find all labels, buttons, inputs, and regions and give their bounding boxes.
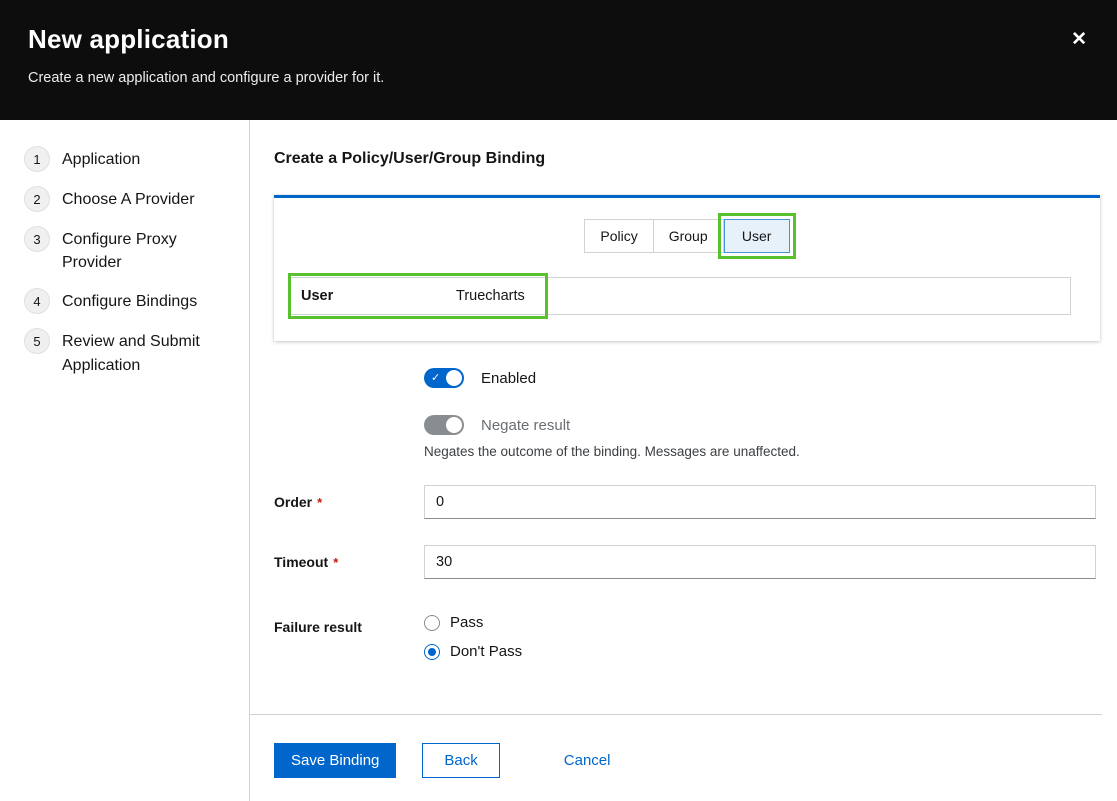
- main-panel: Create a Policy/User/Group Binding Polic…: [250, 120, 1117, 801]
- radio-circle-selected-icon[interactable]: [424, 644, 440, 660]
- negate-result-toggle[interactable]: [424, 415, 464, 435]
- tab-policy[interactable]: Policy: [584, 219, 653, 253]
- required-asterisk: *: [317, 495, 322, 510]
- back-button[interactable]: Back: [422, 743, 499, 778]
- step-label: Review and Submit Application: [62, 328, 235, 376]
- step-number: 5: [24, 328, 50, 354]
- sidebar-item-review-submit[interactable]: 5 Review and Submit Application: [24, 328, 235, 376]
- step-label: Configure Bindings: [62, 288, 197, 313]
- enabled-toggle[interactable]: ✓: [424, 368, 464, 388]
- negate-result-help: Negates the outcome of the binding. Mess…: [424, 444, 1102, 459]
- page-title: New application: [28, 24, 1089, 55]
- save-binding-button[interactable]: Save Binding: [274, 743, 396, 778]
- modal-header: New application Create a new application…: [0, 0, 1117, 120]
- step-number: 1: [24, 146, 50, 172]
- radio-dont-pass-label: Don't Pass: [450, 643, 522, 660]
- enabled-label: Enabled: [481, 370, 536, 387]
- order-label: Order*: [274, 485, 424, 519]
- enabled-row: ✓ Enabled: [424, 368, 1102, 388]
- check-icon: ✓: [431, 370, 440, 386]
- tab-user[interactable]: User: [724, 219, 790, 253]
- footer-actions: Save Binding Back Cancel: [274, 715, 1102, 778]
- user-row-value: Truecharts: [456, 288, 525, 304]
- sidebar-item-choose-provider[interactable]: 2 Choose A Provider: [24, 186, 235, 212]
- toggle-knob: [446, 417, 462, 433]
- sidebar-item-application[interactable]: 1 Application: [24, 146, 235, 172]
- failure-result-options: Pass Don't Pass: [424, 610, 522, 660]
- failure-result-row: Failure result Pass Don't Pass: [274, 610, 1102, 660]
- user-row-label: User: [301, 288, 456, 304]
- form-title: Create a Policy/User/Group Binding: [274, 150, 1102, 168]
- step-label: Choose A Provider: [62, 186, 195, 211]
- binding-card: Policy Group User User Truecharts: [274, 195, 1100, 341]
- radio-circle-icon[interactable]: [424, 615, 440, 631]
- sidebar-item-configure-proxy-provider[interactable]: 3 Configure Proxy Provider: [24, 226, 235, 274]
- binding-type-toggle-group: Policy Group User: [584, 219, 789, 253]
- wizard-sidebar: 1 Application 2 Choose A Provider 3 Conf…: [0, 120, 250, 801]
- failure-result-label: Failure result: [274, 610, 424, 660]
- cancel-button[interactable]: Cancel: [564, 752, 611, 769]
- step-number: 3: [24, 226, 50, 252]
- negate-result-row: Negate result: [424, 415, 1102, 435]
- negate-result-label: Negate result: [481, 417, 570, 434]
- timeout-input[interactable]: [424, 545, 1096, 579]
- radio-pass[interactable]: Pass: [424, 614, 522, 631]
- user-select-row[interactable]: User Truecharts: [290, 277, 1071, 315]
- order-input[interactable]: [424, 485, 1096, 519]
- timeout-field-row: Timeout*: [274, 545, 1102, 579]
- close-icon[interactable]: ✕: [1071, 30, 1087, 49]
- timeout-label: Timeout*: [274, 545, 424, 579]
- toggle-knob: [446, 370, 462, 386]
- required-asterisk: *: [333, 555, 338, 570]
- radio-pass-label: Pass: [450, 614, 483, 631]
- sidebar-item-configure-bindings[interactable]: 4 Configure Bindings: [24, 288, 235, 314]
- step-label: Application: [62, 146, 140, 171]
- step-label: Configure Proxy Provider: [62, 226, 235, 274]
- page-subtitle: Create a new application and configure a…: [28, 70, 1089, 86]
- radio-dont-pass[interactable]: Don't Pass: [424, 643, 522, 660]
- step-number: 2: [24, 186, 50, 212]
- step-number: 4: [24, 288, 50, 314]
- tab-group[interactable]: Group: [654, 219, 724, 253]
- order-field-row: Order*: [274, 485, 1102, 519]
